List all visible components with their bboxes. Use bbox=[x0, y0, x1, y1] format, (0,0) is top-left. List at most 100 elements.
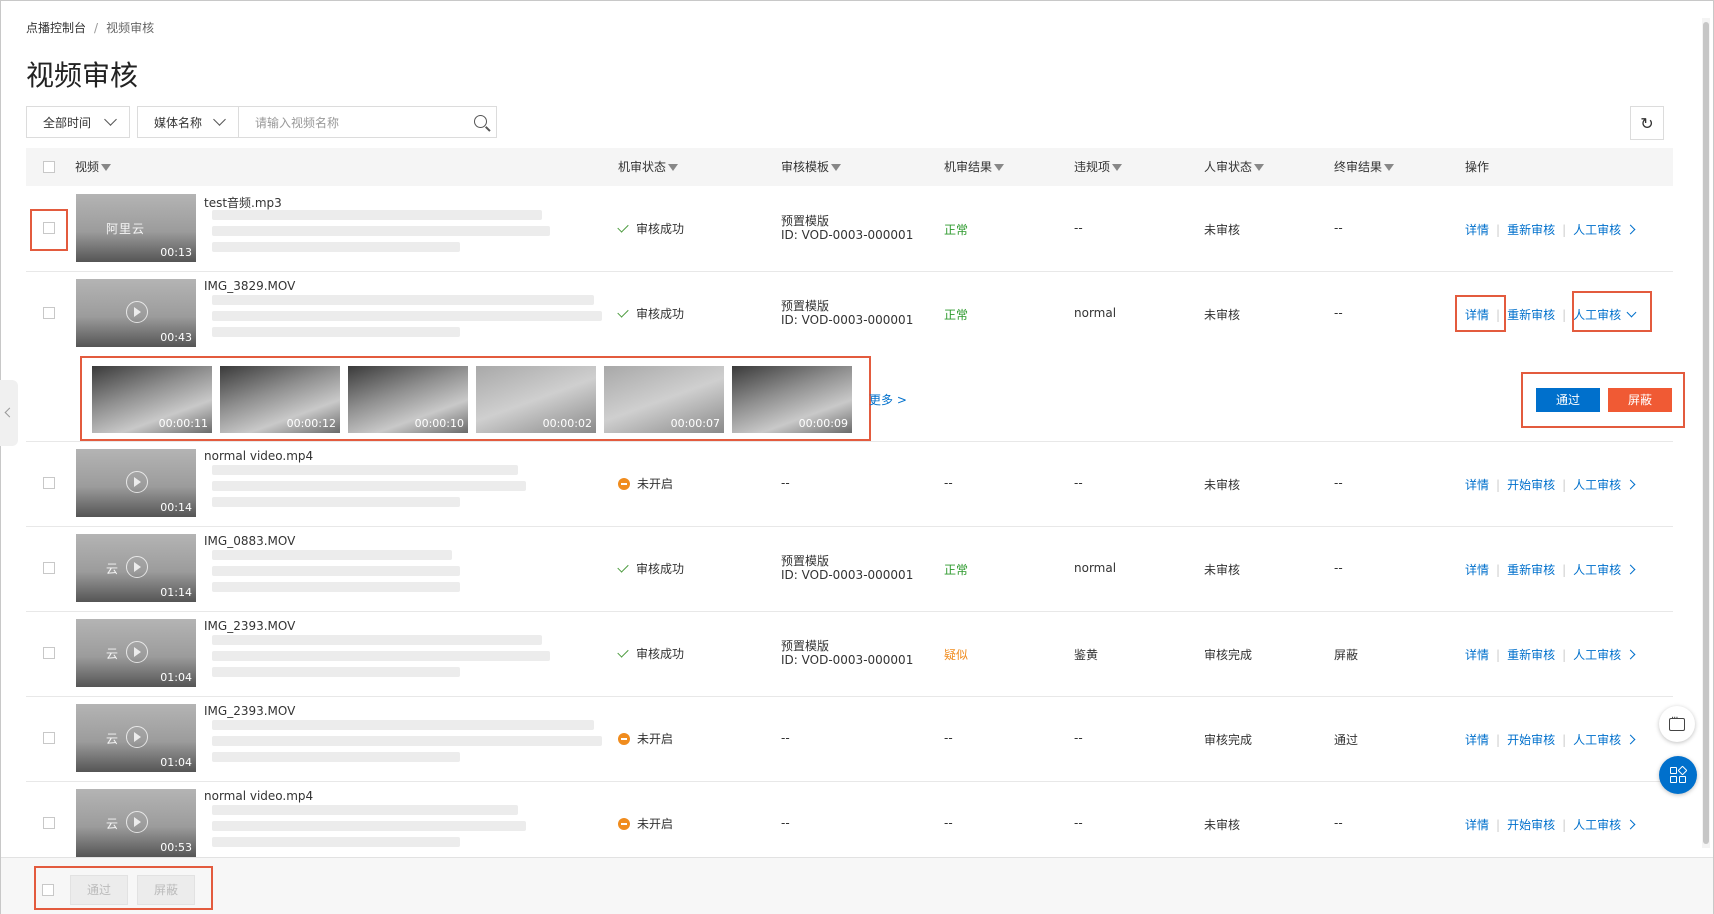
row-checkbox[interactable] bbox=[43, 647, 55, 659]
chat-button[interactable] bbox=[1659, 706, 1695, 742]
video-thumbnail[interactable]: 00:43 bbox=[76, 279, 196, 347]
final-result: -- bbox=[1334, 306, 1343, 320]
col-final-result[interactable]: 终审结果 bbox=[1334, 148, 1395, 186]
review-link[interactable]: 开始审核 bbox=[1507, 478, 1555, 492]
video-duration: 00:53 bbox=[160, 841, 192, 854]
template-id: ID: VOD-0003-000001 bbox=[781, 228, 914, 242]
check-icon bbox=[617, 561, 629, 573]
manual-review-link[interactable]: 人工审核 bbox=[1573, 563, 1636, 577]
col-template[interactable]: 审核模板 bbox=[781, 148, 842, 186]
detail-link[interactable]: 详情 bbox=[1465, 223, 1489, 237]
col-violation[interactable]: 违规项 bbox=[1074, 148, 1123, 186]
chevron-right-icon bbox=[1625, 734, 1636, 745]
search-input[interactable] bbox=[239, 107, 467, 139]
batch-actions-highlight bbox=[34, 866, 213, 910]
violation-item: -- bbox=[1074, 816, 1083, 830]
review-link[interactable]: 重新审核 bbox=[1507, 308, 1555, 322]
action-divider: | bbox=[1562, 563, 1567, 577]
breadcrumb: 点播控制台 / 视频审核 bbox=[26, 19, 154, 36]
time-range-select[interactable]: 全部时间 bbox=[26, 106, 130, 138]
manual-review-link[interactable]: 人工审核 bbox=[1573, 223, 1636, 237]
detail-link[interactable]: 详情 bbox=[1465, 733, 1489, 747]
manual-review-link[interactable]: 人工审核 bbox=[1573, 733, 1636, 747]
play-icon bbox=[126, 811, 148, 833]
action-divider: | bbox=[1562, 733, 1567, 747]
select-all-checkbox[interactable] bbox=[43, 161, 55, 173]
col-machine-result[interactable]: 机审结果 bbox=[944, 148, 1005, 186]
manual-review-link[interactable]: 人工审核 bbox=[1573, 478, 1636, 492]
video-thumbnail[interactable]: 云 01:14 bbox=[76, 534, 196, 602]
action-divider: | bbox=[1496, 648, 1501, 662]
table-row: 云 01:04 IMG_2393.MOV 审核成功 预置模版 ID: VOD-0003-0… bbox=[26, 611, 1673, 697]
row-checkbox[interactable] bbox=[43, 817, 55, 829]
search-box bbox=[239, 106, 497, 139]
filter-icon[interactable] bbox=[668, 164, 679, 171]
detail-link[interactable]: 详情 bbox=[1465, 818, 1489, 832]
row-checkbox[interactable] bbox=[43, 732, 55, 744]
filter-icon[interactable] bbox=[1254, 164, 1265, 171]
row-actions: 详情 | 开始审核 | 人工审核 bbox=[1465, 816, 1636, 833]
scrollbar-thumb[interactable] bbox=[1703, 22, 1709, 844]
review-template: -- bbox=[781, 816, 790, 830]
action-divider: | bbox=[1496, 818, 1501, 832]
detail-link[interactable]: 详情 bbox=[1465, 478, 1489, 492]
review-link[interactable]: 重新审核 bbox=[1507, 223, 1555, 237]
more-frames-link[interactable]: 更多 > bbox=[869, 391, 907, 408]
apps-icon bbox=[1670, 765, 1688, 783]
video-thumbnail[interactable]: 云 00:53 bbox=[76, 789, 196, 857]
apps-button[interactable] bbox=[1659, 756, 1697, 794]
refresh-button[interactable]: ↻ bbox=[1630, 106, 1664, 140]
row-checkbox[interactable] bbox=[43, 307, 55, 319]
time-range-value: 全部时间 bbox=[43, 115, 92, 130]
chevron-down-icon bbox=[213, 113, 226, 126]
row-checkbox[interactable] bbox=[43, 477, 55, 489]
col-video[interactable]: 视频 bbox=[75, 148, 112, 186]
review-template: 预置模版 ID: VOD-0003-000001 bbox=[781, 554, 913, 582]
checkbox-highlight bbox=[30, 209, 68, 251]
machine-result: 正常 bbox=[944, 308, 969, 322]
search-field-select[interactable]: 媒体名称 bbox=[137, 106, 239, 138]
chat-icon bbox=[1669, 713, 1685, 731]
review-buttons-highlight bbox=[1521, 372, 1685, 428]
col-machine-status[interactable]: 机审状态 bbox=[618, 148, 679, 186]
video-thumbnail[interactable]: 云 01:04 bbox=[76, 619, 196, 687]
human-review-status: 审核完成 bbox=[1204, 648, 1253, 662]
check-icon bbox=[617, 646, 629, 658]
review-link[interactable]: 重新审核 bbox=[1507, 563, 1555, 577]
machine-status: 审核成功 bbox=[617, 645, 684, 662]
redacted-info bbox=[212, 837, 460, 847]
thumbnail-logo-text: 云 bbox=[106, 647, 120, 661]
video-name: IMG_3829.MOV bbox=[204, 279, 296, 293]
filter-icon[interactable] bbox=[101, 164, 112, 171]
review-link[interactable]: 开始审核 bbox=[1507, 733, 1555, 747]
row-checkbox[interactable] bbox=[43, 562, 55, 574]
page-title: 视频审核 bbox=[26, 59, 139, 92]
video-thumbnail[interactable]: 云 01:04 bbox=[76, 704, 196, 772]
chevron-down-icon bbox=[104, 113, 117, 126]
filter-icon[interactable] bbox=[1112, 164, 1123, 171]
filter-icon[interactable] bbox=[1384, 164, 1395, 171]
filter-icon[interactable] bbox=[831, 164, 842, 171]
redacted-info bbox=[212, 210, 542, 220]
video-thumbnail[interactable]: 00:14 bbox=[76, 449, 196, 517]
action-divider: | bbox=[1496, 563, 1501, 577]
sidebar-collapse-toggle[interactable] bbox=[0, 380, 18, 446]
col-human-status[interactable]: 人审状态 bbox=[1204, 148, 1265, 186]
chevron-right-icon bbox=[1625, 564, 1636, 575]
detail-link[interactable]: 详情 bbox=[1465, 648, 1489, 662]
review-link[interactable]: 开始审核 bbox=[1507, 818, 1555, 832]
breadcrumb-parent[interactable]: 点播控制台 bbox=[26, 21, 86, 35]
redacted-info bbox=[212, 651, 550, 661]
filter-icon[interactable] bbox=[994, 164, 1005, 171]
template-name: 预置模版 bbox=[781, 214, 830, 228]
review-link[interactable]: 重新审核 bbox=[1507, 648, 1555, 662]
manual-review-link[interactable]: 人工审核 bbox=[1573, 818, 1636, 832]
machine-result: -- bbox=[944, 816, 953, 830]
video-thumbnail[interactable]: 阿里云 00:13 bbox=[76, 194, 196, 262]
detail-link[interactable]: 详情 bbox=[1465, 563, 1489, 577]
search-icon[interactable] bbox=[474, 115, 487, 128]
redacted-info bbox=[212, 295, 594, 305]
manual-review-link[interactable]: 人工审核 bbox=[1573, 648, 1636, 662]
template-id: ID: VOD-0003-000001 bbox=[781, 653, 914, 667]
human-review-status: 未审核 bbox=[1204, 478, 1241, 492]
